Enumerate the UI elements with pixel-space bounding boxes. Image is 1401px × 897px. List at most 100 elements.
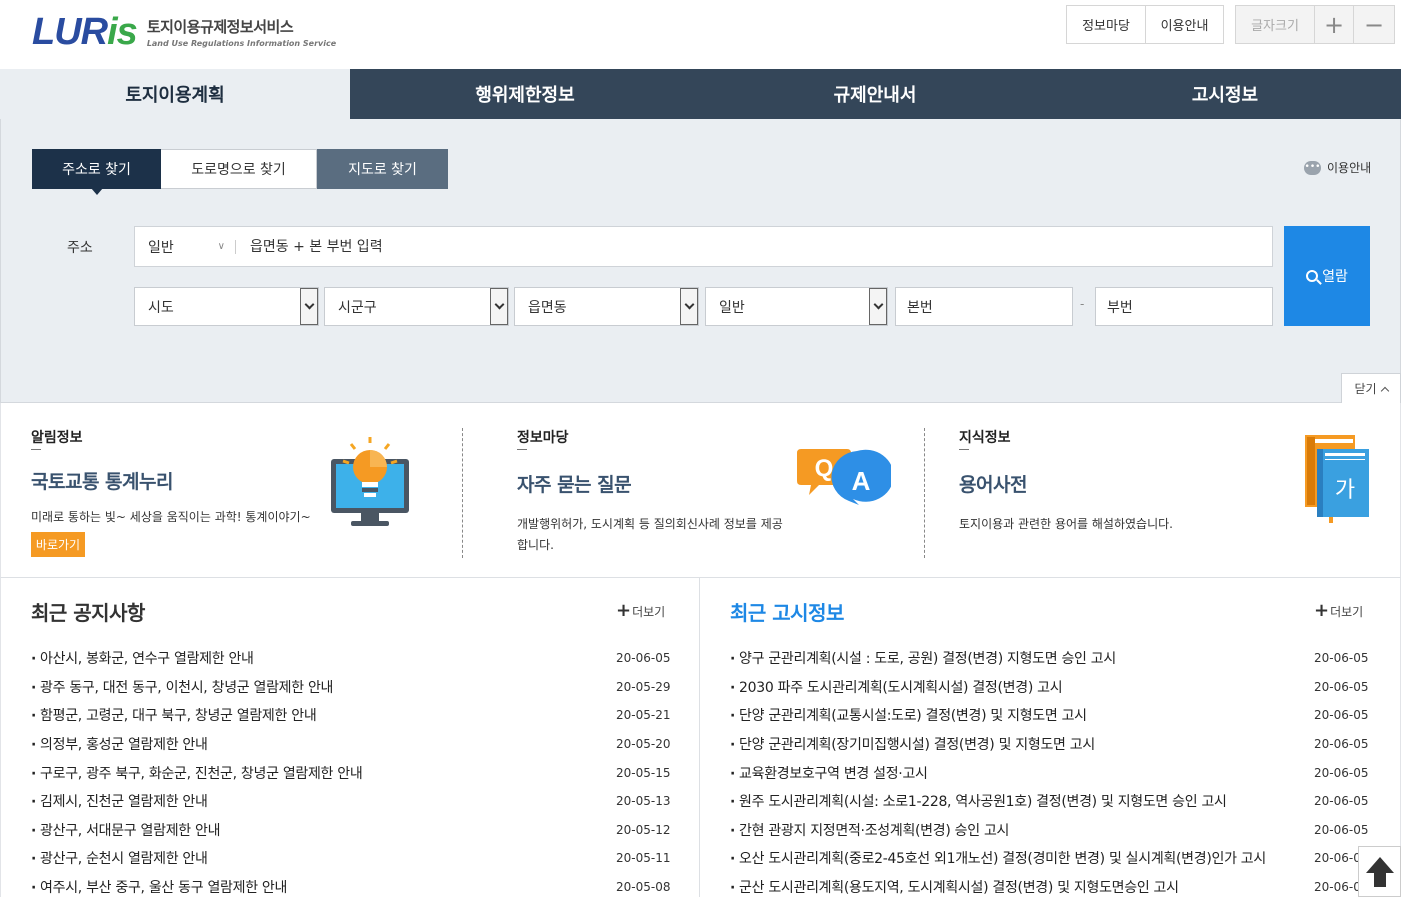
arrow-up-icon xyxy=(1365,856,1394,887)
list-item[interactable]: 구로구, 광주 북구, 화순군, 진천군, 창녕군 열람제한 안내20-05-1… xyxy=(31,758,671,787)
recent-notices-panel: 최근 공지사항 + 더보기 아산시, 봉화군, 연수구 열람제한 안내20-06… xyxy=(0,578,700,897)
font-decrease-button[interactable]: − xyxy=(1353,5,1395,44)
sigungu-select[interactable]: 시군구 xyxy=(324,287,509,326)
list-item[interactable]: 광산구, 순천시 열람제한 안내20-05-11 xyxy=(31,844,671,873)
tab-search-by-map[interactable]: 지도로 찾기 xyxy=(317,149,448,189)
list-item[interactable]: 의정부, 홍성군 열람제한 안내20-05-20 xyxy=(31,730,671,759)
logo-mark: LURis xyxy=(32,10,138,53)
list-item[interactable]: 단양 군관리계획(장기미집행시설) 결정(변경) 및 지형도면 고시20-06-… xyxy=(730,730,1401,759)
notices-more-label: 더보기 xyxy=(632,604,666,619)
divider xyxy=(959,449,969,450)
tab-search-by-address[interactable]: 주소로 찾기 xyxy=(32,149,161,195)
notice-info-category: 알림정보 xyxy=(31,430,83,446)
tab-land-use-plan[interactable]: 토지이용계획 xyxy=(0,69,350,119)
svg-text:Q: Q xyxy=(815,455,834,482)
site-header: LURis 토지이용규제정보서비스 Land Use Regulations I… xyxy=(0,0,1401,69)
tab-activity-restriction[interactable]: 행위제한정보 xyxy=(350,69,700,119)
chevron-down-icon xyxy=(490,288,508,325)
tab-search-by-road-name[interactable]: 도로명으로 찾기 xyxy=(161,149,317,189)
recent-notices-heading: 최근 공지사항 xyxy=(31,601,145,625)
faq-desc: 개발행위허가, 도시계획 등 질의회신사례 정보를 제공합니다. xyxy=(517,517,783,552)
usage-guide-link[interactable]: ••• 이용안내 xyxy=(1304,159,1371,176)
divider xyxy=(924,428,925,558)
chevron-up-icon xyxy=(1380,386,1389,395)
list-item[interactable]: 여주시, 부산 중구, 울산 동구 열람제한 안내20-05-08 xyxy=(31,873,671,897)
lightbulb-monitor-icon xyxy=(331,437,409,526)
dictionary-book-icon: 가 xyxy=(1305,435,1369,523)
search-mode-tabs: 주소로 찾기 도로명으로 찾기 지도로 찾기 xyxy=(32,149,448,195)
address-label: 주소 xyxy=(67,240,93,256)
address-input[interactable] xyxy=(236,227,1272,266)
list-item[interactable]: 함평군, 고령군, 대구 북구, 창녕군 열람제한 안내20-05-21 xyxy=(31,701,671,730)
notice-info-desc: 미래로 통하는 빛~ 세상을 움직이는 과학! 통계이야기~ xyxy=(31,510,311,524)
plus-icon: + xyxy=(616,600,632,621)
view-button[interactable]: 열람 xyxy=(1284,226,1370,326)
search-icon xyxy=(1306,270,1319,282)
gosi-list: 양구 군관리계획(시설 : 도로, 공원) 결정(변경) 지형도면 승인 고시2… xyxy=(730,644,1401,897)
list-item[interactable]: 간현 관광지 지정면적·조성계획(변경) 승인 고시20-06-05 xyxy=(730,816,1401,845)
sigungu-select-value: 시군구 xyxy=(338,299,377,316)
close-panel-label: 닫기 xyxy=(1354,382,1377,396)
knowledge-info-category: 지식정보 xyxy=(959,430,1011,446)
plus-icon: + xyxy=(1314,600,1330,621)
gosi-more-label: 더보기 xyxy=(1330,604,1364,619)
address-type-select[interactable]: 일반 ∨ xyxy=(135,227,235,266)
font-increase-button[interactable]: + xyxy=(1314,5,1354,44)
divider xyxy=(462,428,463,558)
scroll-to-top-button[interactable] xyxy=(1358,846,1401,897)
info-board-card: 정보마당 자주 묻는 질문 개발행위허가, 도시계획 등 질의회신사례 정보를 … xyxy=(517,403,917,578)
main-tab-bar: 토지이용계획 행위제한정보 규제안내서 고시정보 xyxy=(0,69,1401,119)
tab-regulation-guide[interactable]: 규제안내서 xyxy=(700,69,1050,119)
list-item[interactable]: 양구 군관리계획(시설 : 도로, 공원) 결정(변경) 지형도면 승인 고시2… xyxy=(730,644,1401,673)
sido-select-value: 시도 xyxy=(148,299,174,316)
info-yard-button[interactable]: 정보마당 xyxy=(1066,5,1146,44)
faq-title[interactable]: 자주 묻는 질문 xyxy=(517,470,632,497)
gosi-more-link[interactable]: + 더보기 xyxy=(1314,602,1363,620)
sub-number-input[interactable]: 부번 xyxy=(1095,287,1273,326)
list-item[interactable]: 2030 파주 도시관리계획(도시계획시설) 결정(변경) 고시20-06-05 xyxy=(730,673,1401,702)
glossary-title[interactable]: 용어사전 xyxy=(959,470,1027,497)
chevron-down-icon xyxy=(869,288,887,325)
list-item[interactable]: 원주 도시관리계획(시설: 소로1-228, 역사공원1호) 결정(변경) 및 … xyxy=(730,787,1401,816)
list-item[interactable]: 단양 군관리계획(교통시설:도로) 결정(변경) 및 지형도면 고시20-06-… xyxy=(730,701,1401,730)
logo-title: 토지이용규제정보서비스 xyxy=(146,18,294,36)
usage-guide-button[interactable]: 이용안내 xyxy=(1146,5,1224,44)
info-board-category: 정보마당 xyxy=(517,430,569,446)
list-item[interactable]: 김제시, 진천군 열람제한 안내20-05-13 xyxy=(31,787,671,816)
search-panel: 주소로 찾기 도로명으로 찾기 지도로 찾기 ••• 이용안내 주소 일반 ∨ … xyxy=(0,119,1401,403)
font-size-label: 글자크기 xyxy=(1235,5,1315,44)
list-item[interactable]: 광주 동구, 대전 동구, 이천시, 창녕군 열람제한 안내20-05-29 xyxy=(31,673,671,702)
main-number-input[interactable]: 본번 xyxy=(895,287,1073,326)
list-item[interactable]: 아산시, 봉화군, 연수구 열람제한 안내20-06-05 xyxy=(31,644,671,673)
sido-select[interactable]: 시도 xyxy=(134,287,319,326)
close-panel-button[interactable]: 닫기 xyxy=(1341,373,1401,403)
eupmyeondong-select[interactable]: 읍면동 xyxy=(514,287,699,326)
notices-list: 아산시, 봉화군, 연수구 열람제한 안내20-06-05 광주 동구, 대전 … xyxy=(31,644,671,897)
site-logo[interactable]: LURis 토지이용규제정보서비스 Land Use Regulations I… xyxy=(32,10,336,53)
list-item[interactable]: 교육환경보호구역 변경 설정·고시20-06-05 xyxy=(730,758,1401,787)
list-item[interactable]: 군산 도시관리계획(용도지역, 도시계획시설) 결정(변경) 및 지형도면승인 … xyxy=(730,873,1401,897)
address-search-row: 일반 ∨ xyxy=(134,226,1273,267)
view-button-label: 열람 xyxy=(1322,269,1348,285)
notice-info-title[interactable]: 국토교통 통계누리 xyxy=(31,467,173,494)
logo-text: 토지이용규제정보서비스 Land Use Regulations Informa… xyxy=(147,16,336,48)
land-type-select[interactable]: 일반 xyxy=(705,287,888,326)
tab-notice-info[interactable]: 고시정보 xyxy=(1050,69,1400,119)
notice-info-card: 알림정보 국토교통 통계누리 미래로 통하는 빛~ 세상을 움직이는 과학! 통… xyxy=(31,403,461,578)
divider xyxy=(31,449,41,450)
number-separator: - xyxy=(1080,297,1085,311)
notices-more-link[interactable]: + 더보기 xyxy=(616,602,665,620)
speech-bubble-icon: ••• xyxy=(1304,160,1321,175)
knowledge-info-card: 지식정보 용어사전 토지이용과 관련한 용어를 해설하였습니다. 가 xyxy=(959,403,1379,578)
eupmyeondong-select-value: 읍면동 xyxy=(528,299,567,316)
qa-bubble-icon: Q A xyxy=(797,449,891,505)
list-item[interactable]: 광산구, 서대문구 열람제한 안내20-05-12 xyxy=(31,816,671,845)
chevron-down-icon xyxy=(680,288,698,325)
svg-text:가: 가 xyxy=(1335,478,1355,503)
chevron-down-icon xyxy=(300,288,318,325)
logo-subtitle: Land Use Regulations Information Service xyxy=(146,39,337,48)
go-button[interactable]: 바로가기 xyxy=(31,532,85,557)
recent-gosi-panel: 최근 고시정보 + 더보기 양구 군관리계획(시설 : 도로, 공원) 결정(변… xyxy=(700,578,1401,897)
list-item[interactable]: 오산 도시관리계획(중로2-45호선 외1개노선) 결정(경미한 변경) 및 실… xyxy=(730,844,1401,873)
recent-gosi-heading: 최근 고시정보 xyxy=(730,601,844,625)
